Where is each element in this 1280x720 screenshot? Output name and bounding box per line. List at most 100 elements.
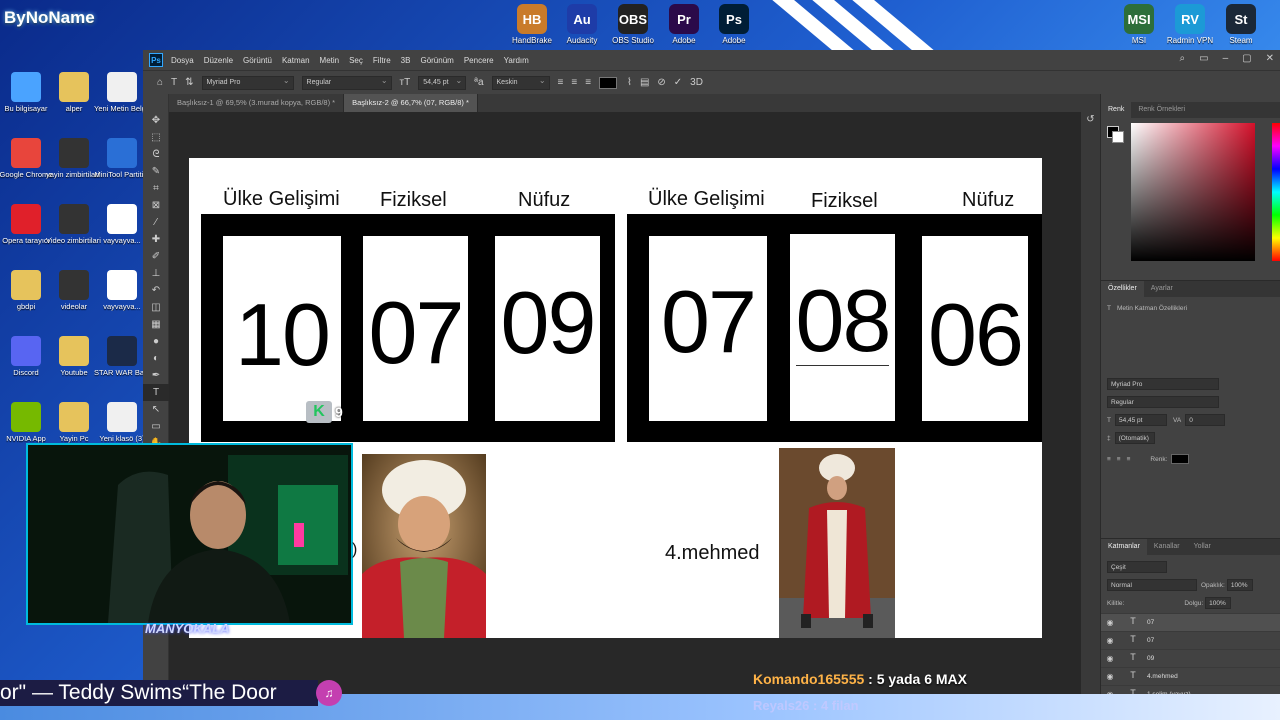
align-left-icon[interactable]: ≡ — [1107, 456, 1111, 463]
blend-mode-select[interactable]: Normal — [1107, 579, 1197, 591]
props-color-swatch[interactable] — [1171, 454, 1190, 464]
align-right-icon[interactable]: ≡ — [1127, 456, 1131, 463]
history-brush-icon[interactable]: ↶ — [143, 282, 169, 299]
align-left-icon[interactable]: ≡ — [558, 77, 564, 88]
visibility-eye-icon[interactable]: ◉ — [1101, 672, 1119, 681]
antialias-select[interactable]: Keskin — [491, 75, 550, 90]
left-card-physical[interactable]: 07 — [363, 236, 468, 421]
panels-icon[interactable]: ▤ — [640, 77, 649, 88]
history-icon[interactable]: ↺ — [1081, 114, 1100, 125]
gradient-tool-icon[interactable]: ▦ — [143, 316, 169, 333]
app-shortcut[interactable]: OBS OBS Studio — [606, 4, 660, 45]
lasso-tool-icon[interactable]: ᘓ — [143, 146, 169, 163]
hue-slider[interactable] — [1272, 123, 1280, 261]
font-size-select[interactable]: 54,45 pt — [418, 75, 467, 90]
menu-item[interactable]: Pencere — [464, 56, 494, 65]
close-icon[interactable]: ✕ — [1266, 53, 1274, 64]
right-card-influence[interactable]: 06 — [922, 236, 1028, 421]
layer-row[interactable]: ◉ T 07 — [1101, 613, 1280, 631]
eraser-tool-icon[interactable]: ◫ — [143, 299, 169, 316]
app-shortcut[interactable]: Pr Adobe — [657, 4, 711, 45]
desktop-icon[interactable]: vayvayva... — [94, 270, 150, 311]
path-select-icon[interactable]: ↖ — [143, 401, 169, 418]
home-icon[interactable]: ⌂ — [157, 77, 163, 88]
fill-input[interactable]: 100% — [1205, 597, 1232, 609]
commit-icon[interactable]: ✓ — [674, 77, 682, 88]
menu-item[interactable]: Metin — [320, 56, 340, 65]
desktop-icon[interactable]: Yeni Metin Belgesi — [94, 72, 150, 113]
menu-item[interactable]: Görüntü — [243, 56, 272, 65]
pen-tool-icon[interactable]: ✒ — [143, 367, 169, 384]
opacity-input[interactable]: 100% — [1226, 579, 1253, 591]
crop-tool-icon[interactable]: ⌗ — [143, 180, 169, 197]
menu-item[interactable]: Görünüm — [420, 56, 453, 65]
visibility-eye-icon[interactable]: ◉ — [1101, 636, 1119, 645]
color-picker-field[interactable] — [1131, 123, 1255, 261]
cancel-icon[interactable]: ⊘ — [657, 77, 665, 88]
move-tool-icon[interactable]: ✥ — [143, 112, 169, 129]
right-card-physical[interactable]: 08 — [790, 234, 895, 421]
props-font-select[interactable]: Myriad Pro — [1107, 378, 1219, 390]
desktop-icon[interactable]: vayvayva... — [94, 204, 150, 245]
marquee-tool-icon[interactable]: ⬚ — [143, 129, 169, 146]
left-card-development[interactable]: 10 — [223, 236, 341, 421]
menu-item[interactable]: Katman — [282, 56, 310, 65]
props-leading-select[interactable]: (Otomatik) — [1114, 432, 1155, 444]
workspace-icon[interactable]: ▭ — [1199, 53, 1208, 64]
font-family-select[interactable]: Myriad Pro — [201, 75, 294, 90]
props-size-select[interactable]: 54,45 pt — [1114, 414, 1167, 426]
dodge-tool-icon[interactable]: ◐ — [143, 350, 169, 367]
tab-paths[interactable]: Yollar — [1187, 539, 1218, 555]
align-center-icon[interactable]: ≡ — [571, 77, 577, 88]
text-tool-icon[interactable]: T — [171, 77, 177, 88]
text-orientation-icon[interactable]: ⇅ — [185, 77, 193, 88]
menu-item[interactable]: Dosya — [171, 56, 194, 65]
3d-icon[interactable]: 3D — [690, 77, 703, 88]
app-shortcut[interactable]: HB HandBrake — [505, 4, 559, 45]
visibility-eye-icon[interactable]: ◉ — [1101, 618, 1119, 627]
portrait-selim[interactable] — [362, 454, 486, 638]
props-style-select[interactable]: Regular — [1107, 396, 1219, 408]
desktop-icon[interactable]: MiniTool Partiti... — [94, 138, 150, 179]
clone-stamp-icon[interactable]: ⊥ — [143, 265, 169, 282]
eyedropper-icon[interactable]: ⁄ — [143, 214, 169, 231]
document-tab[interactable]: Başlıksız-2 @ 66,7% (07, RGB/8) * — [344, 94, 478, 112]
menu-item[interactable]: Filtre — [373, 56, 391, 65]
right-value-physical[interactable]: 08 — [795, 277, 891, 366]
quick-select-icon[interactable]: ✎ — [143, 163, 169, 180]
props-tracking-select[interactable]: 0 — [1185, 414, 1226, 426]
font-style-select[interactable]: Regular — [301, 75, 392, 90]
tab-color[interactable]: Renk — [1101, 102, 1132, 118]
align-center-icon[interactable]: ≡ — [1117, 456, 1121, 463]
rectangle-tool-icon[interactable]: ▭ — [143, 418, 169, 435]
warp-text-icon[interactable]: ⌇ — [627, 77, 632, 88]
tab-properties[interactable]: Özellikler — [1101, 281, 1144, 297]
frame-tool-icon[interactable]: ⊠ — [143, 197, 169, 214]
visibility-eye-icon[interactable]: ◉ — [1101, 654, 1119, 663]
menu-item[interactable]: 3B — [401, 56, 411, 65]
app-shortcut[interactable]: RV Radmin VPN — [1163, 4, 1217, 45]
portrait-mehmed[interactable] — [779, 448, 895, 638]
desktop-icon[interactable]: STAR WAR Battlefron... — [94, 336, 150, 377]
app-shortcut[interactable]: MSI MSI — [1112, 4, 1166, 45]
layer-row[interactable]: ◉ T 09 — [1101, 649, 1280, 667]
app-shortcut[interactable]: Ps Adobe — [707, 4, 761, 45]
minimize-icon[interactable]: – — [1223, 53, 1229, 64]
tab-swatches[interactable]: Renk Örnekleri — [1131, 102, 1192, 118]
align-right-icon[interactable]: ≡ — [585, 77, 591, 88]
document-tab[interactable]: Başlıksız-1 @ 69,5% (3.murad kopya, RGB/… — [169, 94, 345, 112]
app-shortcut[interactable]: Au Audacity — [555, 4, 609, 45]
tab-layers[interactable]: Katmanlar — [1101, 539, 1147, 555]
desktop-icon[interactable]: Yeni klasö (3) — [94, 402, 150, 443]
right-card-development[interactable]: 07 — [649, 236, 767, 421]
healing-brush-icon[interactable]: ✚ — [143, 231, 169, 248]
layer-row[interactable]: ◉ T 4.mehmed — [1101, 667, 1280, 685]
text-color-swatch[interactable] — [599, 76, 618, 89]
brush-tool-icon[interactable]: ✐ — [143, 248, 169, 265]
maximize-icon[interactable]: ▢ — [1242, 53, 1251, 64]
search-icon[interactable]: ⌕ — [1180, 53, 1186, 64]
tab-channels[interactable]: Kanallar — [1147, 539, 1187, 555]
photoshop-logo-icon[interactable]: Ps — [149, 53, 163, 67]
menu-item[interactable]: Yardım — [504, 56, 529, 65]
tab-adjustments[interactable]: Ayarlar — [1144, 281, 1180, 297]
